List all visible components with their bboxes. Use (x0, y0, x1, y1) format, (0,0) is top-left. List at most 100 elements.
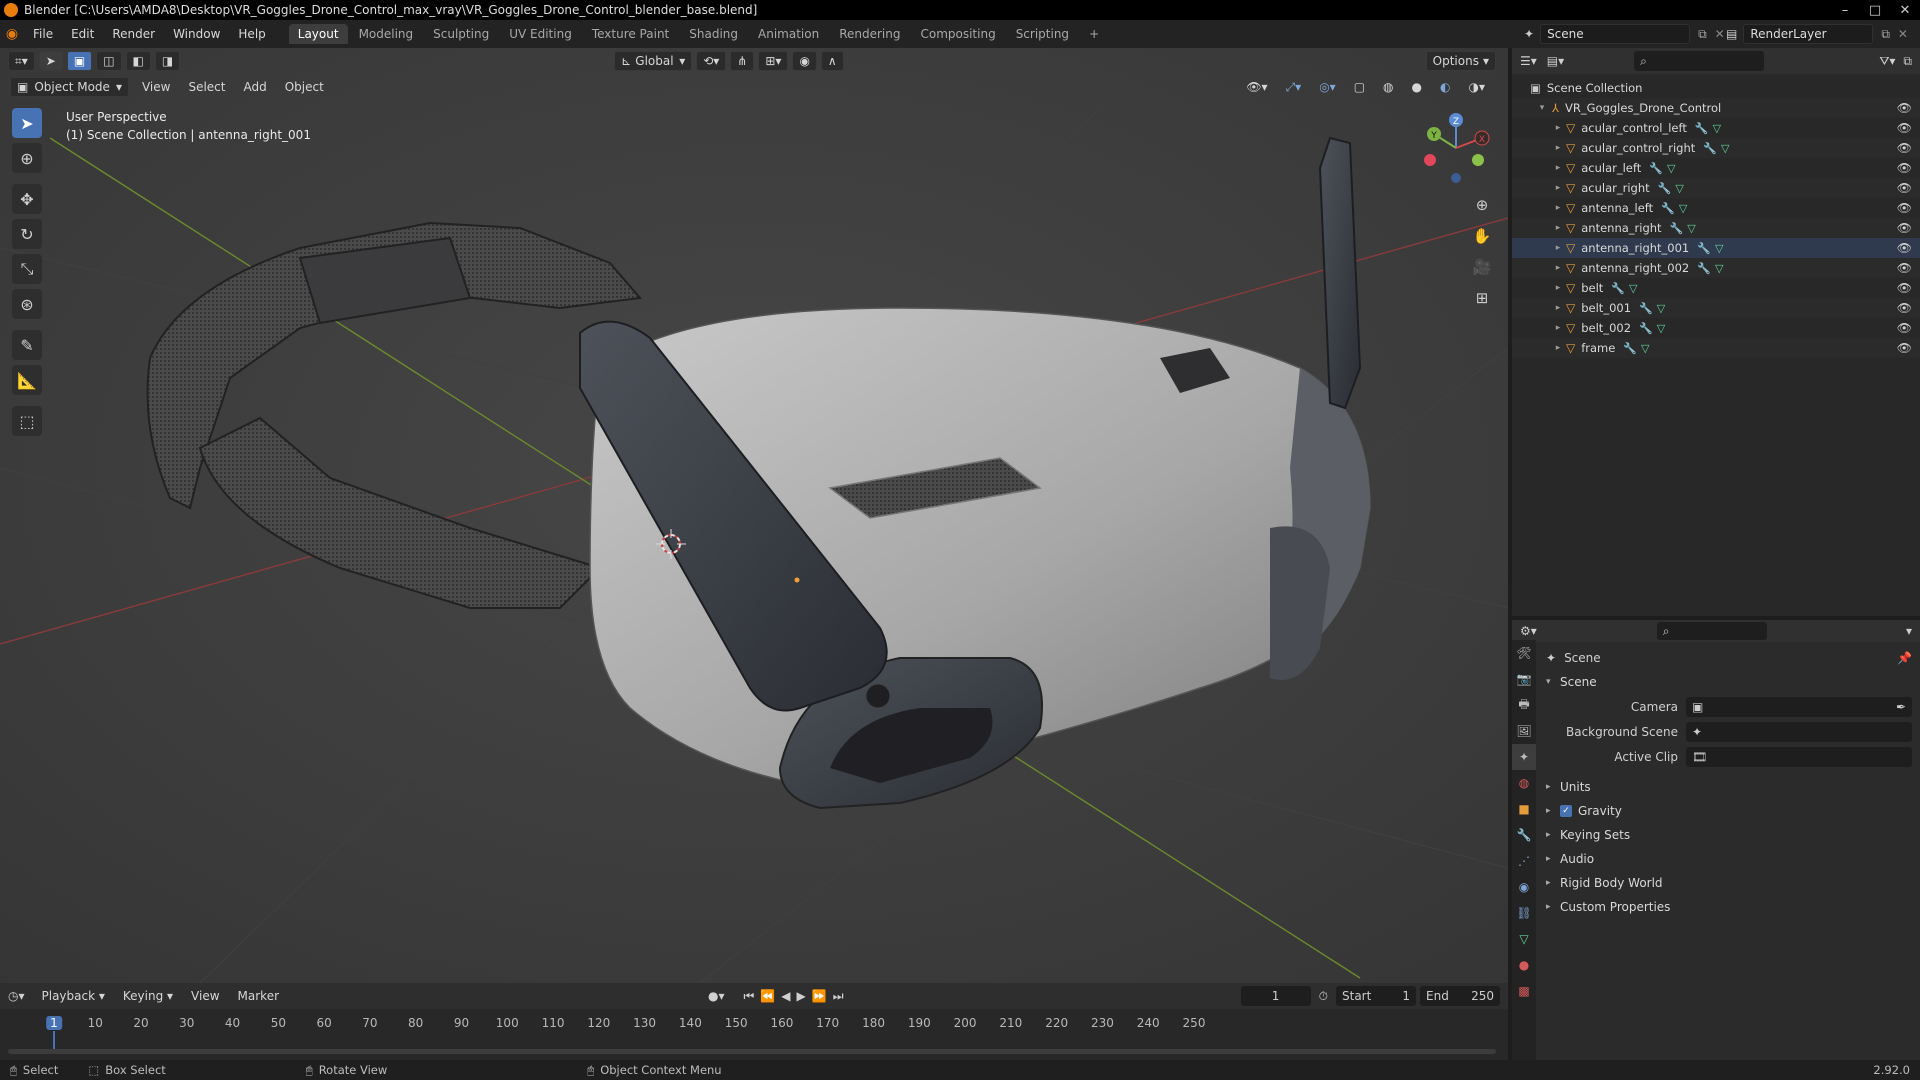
outliner-item-acular-left[interactable]: ▸ ▽ acular_left 🔧 ▽ 👁 (1512, 158, 1920, 178)
menu-window[interactable]: Window (164, 27, 229, 41)
outliner-item-antenna-right[interactable]: ▸ ▽ antenna_right 🔧 ▽ 👁 (1512, 218, 1920, 238)
modifier-wrench-icon[interactable]: 🔧 (1623, 342, 1637, 355)
mesh-data-icon[interactable]: ▽ (1713, 122, 1721, 135)
rigid-body-panel-header[interactable]: ▸ Rigid Body World (1546, 871, 1912, 895)
outliner-item-belt-002[interactable]: ▸ ▽ belt_002 🔧 ▽ 👁 (1512, 318, 1920, 338)
units-panel-header[interactable]: ▸ Units (1546, 775, 1912, 799)
outliner-item-belt-001[interactable]: ▸ ▽ belt_001 🔧 ▽ 👁 (1512, 298, 1920, 318)
expand-right-icon[interactable]: ▸ (1552, 123, 1564, 133)
navigation-gizmo[interactable]: Z Y X (1416, 108, 1496, 188)
tab-compositing[interactable]: Compositing (911, 24, 1004, 44)
display-mode-icon[interactable]: ▤▾ (1547, 54, 1564, 68)
custom-properties-panel-header[interactable]: ▸ Custom Properties (1546, 895, 1912, 919)
close-window-button[interactable]: ✕ (1890, 3, 1920, 18)
options-dropdown[interactable]: Options ▾ (1425, 51, 1496, 71)
tab-output[interactable]: 🖶 (1512, 692, 1536, 718)
3d-viewport[interactable] (0, 48, 1508, 983)
maximize-button[interactable]: □ (1860, 3, 1890, 18)
background-scene-field[interactable]: ✦ (1686, 721, 1912, 742)
visibility-eye-icon[interactable]: 👁▾ (1237, 80, 1276, 94)
modifier-wrench-icon[interactable]: 🔧 (1697, 242, 1711, 255)
modifier-wrench-icon[interactable]: 🔧 (1639, 322, 1653, 335)
expand-right-icon[interactable]: ▸ (1552, 343, 1564, 353)
active-clip-field[interactable]: 🎞 (1686, 746, 1912, 767)
outliner-item-frame[interactable]: ▸ ▽ frame 🔧 ▽ 👁 (1512, 338, 1920, 358)
camera-view-button[interactable]: 🎥 (1469, 254, 1495, 280)
expand-right-icon[interactable]: ▸ (1552, 223, 1564, 233)
new-scene-icon[interactable]: ⧉ (1698, 27, 1707, 42)
tab-rendering[interactable]: Rendering (830, 24, 909, 44)
playhead-line[interactable] (53, 1031, 55, 1049)
shading-rendered-icon[interactable]: ◑▾ (1460, 80, 1495, 94)
mesh-data-icon[interactable]: ▽ (1687, 222, 1695, 235)
viewport-menu-view[interactable]: View (133, 80, 179, 94)
scene-collection-row[interactable]: ▣ Scene Collection (1512, 78, 1920, 98)
visibility-eye-icon[interactable]: 👁 (1897, 281, 1912, 295)
tool-scale[interactable]: ⤡ (12, 254, 42, 284)
tool-select-box-button[interactable]: ➤ (38, 51, 63, 71)
tab-constraints[interactable]: ⛓ (1512, 900, 1536, 926)
mesh-data-icon[interactable]: ▽ (1641, 342, 1649, 355)
tab-scripting[interactable]: Scripting (1007, 24, 1078, 44)
visibility-eye-icon[interactable]: 👁 (1897, 341, 1912, 355)
proportional-editing-toggle[interactable]: ◉ (792, 51, 817, 71)
delete-scene-icon[interactable]: ✕ (1715, 27, 1725, 41)
gizmo-toggle-icon[interactable]: ⤢▾ (1277, 80, 1311, 95)
tool-move[interactable]: ✥ (12, 184, 42, 214)
filter-icon[interactable]: ⛛▾ (1879, 54, 1895, 69)
expand-right-icon[interactable]: ▸ (1552, 283, 1564, 293)
visibility-eye-icon[interactable]: 👁 (1897, 101, 1912, 115)
tab-world[interactable]: ◍ (1512, 770, 1536, 796)
outliner-item-acular-control-left[interactable]: ▸ ▽ acular_control_left 🔧 ▽ 👁 (1512, 118, 1920, 138)
pan-view-button[interactable]: ✋ (1469, 223, 1495, 249)
snap-target-dropdown[interactable]: ⊞▾ (758, 51, 789, 71)
visibility-eye-icon[interactable]: 👁 (1897, 181, 1912, 195)
outliner-search-input[interactable]: ⌕ (1634, 51, 1765, 71)
visibility-eye-icon[interactable]: 👁 (1897, 161, 1912, 175)
outliner-editor-icon[interactable]: ☰▾ (1520, 54, 1537, 68)
mesh-data-icon[interactable]: ▽ (1715, 262, 1723, 275)
modifier-wrench-icon[interactable]: 🔧 (1703, 142, 1717, 155)
add-workspace-button[interactable]: + (1080, 24, 1108, 44)
tab-modifiers[interactable]: 🔧 (1512, 822, 1536, 848)
modifier-wrench-icon[interactable]: 🔧 (1639, 302, 1653, 315)
visibility-eye-icon[interactable]: 👁 (1897, 201, 1912, 215)
visibility-eye-icon[interactable]: 👁 (1897, 141, 1912, 155)
tool-select[interactable]: ➤ (12, 108, 42, 138)
pin-icon[interactable]: 📌 (1897, 651, 1912, 665)
modifier-wrench-icon[interactable]: 🔧 (1661, 202, 1675, 215)
menu-file[interactable]: File (24, 27, 62, 41)
outliner-item-belt[interactable]: ▸ ▽ belt 🔧 ▽ 👁 (1512, 278, 1920, 298)
tab-data[interactable]: ▽ (1512, 926, 1536, 952)
tab-object[interactable]: ■ (1512, 796, 1536, 822)
tab-animation[interactable]: Animation (749, 24, 828, 44)
menu-edit[interactable]: Edit (62, 27, 103, 41)
visibility-eye-icon[interactable]: 👁 (1897, 261, 1912, 275)
modifier-wrench-icon[interactable]: 🔧 (1658, 182, 1672, 195)
tab-texture-paint[interactable]: Texture Paint (583, 24, 678, 44)
gravity-checkbox[interactable]: ✓ (1560, 805, 1572, 817)
collection-row[interactable]: ▾ ⅄ VR_Goggles_Drone_Control 👁 (1512, 98, 1920, 118)
mesh-data-icon[interactable]: ▽ (1715, 242, 1723, 255)
mode-dropdown[interactable]: ▣ Object Mode ▾ (10, 77, 129, 97)
transform-orientation-dropdown[interactable]: ⊾ Global ▾ (614, 51, 693, 71)
scene-name-field[interactable]: Scene (1540, 24, 1691, 44)
visibility-eye-icon[interactable]: 👁 (1897, 221, 1912, 235)
falloff-dropdown[interactable]: ∧ (820, 51, 844, 71)
expand-right-icon[interactable]: ▸ (1552, 143, 1564, 153)
minimize-button[interactable]: – (1830, 3, 1860, 18)
properties-search-input[interactable]: ⌕ (1656, 622, 1767, 640)
outliner-item-antenna-left[interactable]: ▸ ▽ antenna_left 🔧 ▽ 👁 (1512, 198, 1920, 218)
select-mode-invert-button[interactable]: ◨ (154, 51, 181, 71)
visibility-eye-icon[interactable]: 👁 (1897, 121, 1912, 135)
snap-toggle[interactable]: ⋔ (730, 51, 755, 71)
tab-tool[interactable]: 🛠 (1512, 640, 1536, 666)
audio-panel-header[interactable]: ▸ Audio (1546, 847, 1912, 871)
scene-panel-header[interactable]: ▾ Scene (1546, 670, 1912, 694)
expand-right-icon[interactable]: ▸ (1552, 323, 1564, 333)
shading-material-icon[interactable]: ◐ (1431, 80, 1459, 94)
mesh-data-icon[interactable]: ▽ (1721, 142, 1729, 155)
tab-modeling[interactable]: Modeling (350, 24, 423, 44)
tool-transform[interactable]: ⊛ (12, 289, 42, 319)
select-mode-new-button[interactable]: ▣ (66, 51, 93, 71)
